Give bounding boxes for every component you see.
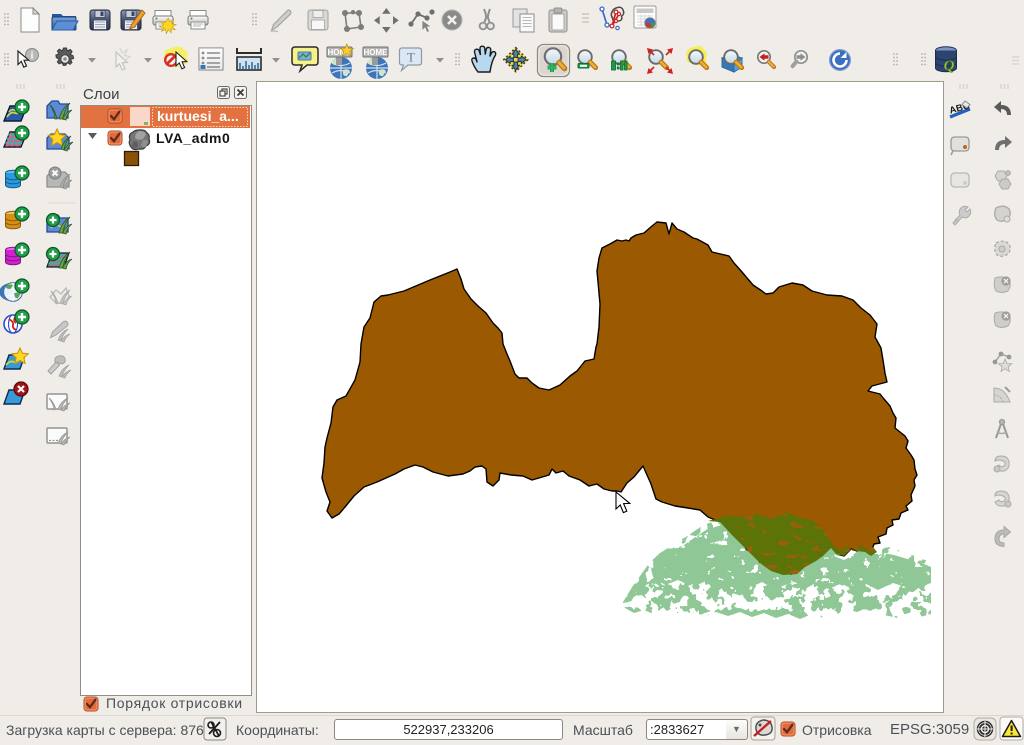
svg-text:HOME: HOME — [364, 48, 389, 57]
svg-text:T: T — [407, 50, 415, 65]
svg-text:Q: Q — [944, 58, 955, 74]
svg-text:i: i — [31, 51, 34, 62]
